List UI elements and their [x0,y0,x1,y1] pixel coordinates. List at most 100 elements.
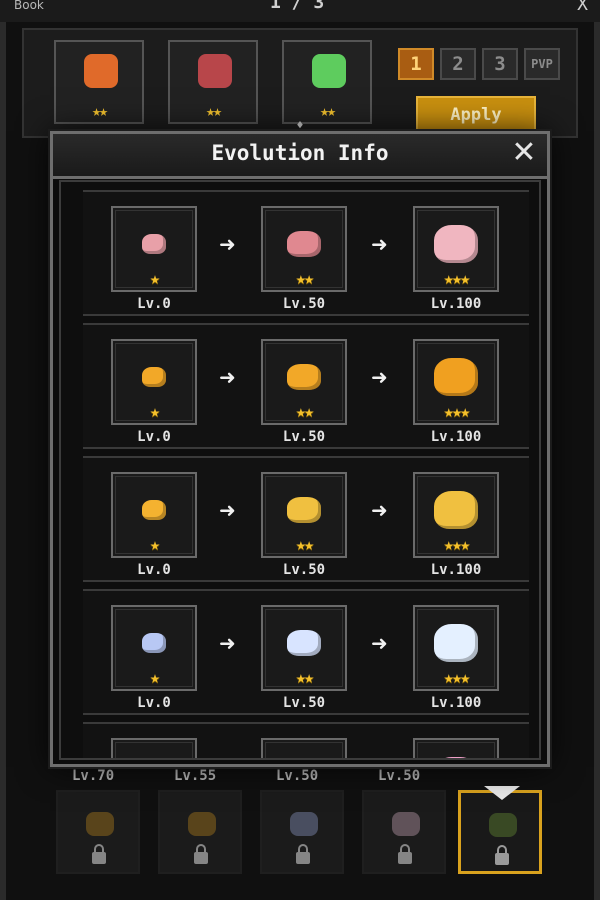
pink-cat-pet-icon [287,231,321,257]
stage-stars: ★★★ [443,402,471,422]
piglet-pet-icon [142,367,166,387]
lock-icon [194,844,208,864]
page-button-1[interactable]: 1 [398,48,434,80]
fox-pet-icon [84,54,118,88]
arrow-right-icon: ➜ [219,232,236,256]
fairy-pet-icon [312,54,346,88]
arrow-right-icon: ➜ [371,498,388,522]
arrow-right-icon: ➜ [371,365,388,389]
pet-slot-locked[interactable] [362,790,446,874]
evolution-stage-slot: ★★ [261,339,347,425]
lock-icon [92,844,106,864]
king-pig-pet-icon [434,358,478,396]
stage-stars: ★★★ [443,535,471,555]
stage-level-label: Lv.100 [430,296,482,312]
evolution-stage-slot [111,738,197,758]
evolution-stage-slot: ★ [111,206,197,292]
pet-level-label: Lv.50 [378,768,421,784]
evolution-stage-slot: ★★★ [413,605,499,691]
stage-level-label: Lv.50 [282,296,326,312]
stage-stars: ★★★ [443,668,471,688]
lock-icon [495,845,509,865]
page-button-2[interactable]: 2 [440,48,476,80]
evolution-stage-slot: ★★★ [413,339,499,425]
pet-level-label: Lv.70 [72,768,115,784]
pink-cat-pet-icon [142,234,166,254]
stage-stars: ★ [149,402,160,422]
arrow-right-icon: ➜ [371,232,388,256]
evolution-stage-slot: ★★ [261,472,347,558]
lock-icon [398,844,412,864]
pet-slot-locked[interactable] [260,790,344,874]
piglet-bow-pet-icon [287,364,321,390]
stage-level-label: Lv.100 [430,429,482,445]
chick-pet-icon [142,500,166,520]
book-tab[interactable]: Book [14,0,44,12]
evolution-row: ★ Lv.0 ★★ Lv.50 ★★★ Lv.100 ➜ ➜ [83,190,529,316]
stage-level-label: Lv.0 [137,429,171,445]
stage-stars: ★★ [295,402,314,422]
stage-level-label: Lv.100 [430,695,482,711]
page-button-3[interactable]: 3 [482,48,518,80]
pet-slot-locked[interactable] [56,790,140,874]
evolution-stage-slot [413,738,499,758]
active-pet-slot-1[interactable]: ★★ [54,40,144,124]
close-button[interactable]: ✕ [507,136,541,170]
lock-icon [296,844,310,864]
pet-icon [489,813,517,837]
ghost-pet-icon [142,633,166,653]
helmet-chick-pet-icon [287,497,321,523]
evolution-stage-slot: ★ [111,339,197,425]
page-button-pvp[interactable]: PVP [524,48,560,80]
arrow-right-icon: ➜ [219,365,236,389]
apply-button[interactable]: Apply [416,96,536,134]
stage-stars: ★★ [295,535,314,555]
evolution-row: ➜➜ [83,722,529,758]
spirit-ghost-pet-icon [434,624,478,662]
evolution-row: ★ Lv.0 ★★ Lv.50 ★★★ Lv.100 ➜ ➜ [83,323,529,449]
pet-level-label: Lv.50 [276,768,319,784]
stage-stars: ★ [149,269,160,289]
stage-level-label: Lv.0 [137,562,171,578]
pet-slot-selected[interactable] [458,790,542,874]
pink-winged-pet-icon [434,757,478,758]
close-icon[interactable]: X [577,0,588,15]
stage-stars: ★ [149,535,160,555]
evolution-stage-slot [261,738,347,758]
stage-level-label: Lv.50 [282,562,326,578]
winged-cat-pet-icon [434,225,478,263]
stage-stars: ★★★ [443,269,471,289]
stage-level-label: Lv.0 [137,695,171,711]
pet-icon [392,812,420,836]
top-bar: Book 1 / 3 X [0,0,600,24]
evolution-row: ★ Lv.0 ★★ Lv.50 ★★★ Lv.100 ➜ ➜ [83,589,529,715]
evolution-stage-slot: ★ [111,605,197,691]
evolution-stage-slot: ★★★ [413,206,499,292]
arrow-right-icon: ➜ [371,631,388,655]
active-pet-slot-3[interactable]: ★★ [282,40,372,124]
evolution-row: ★ Lv.0 ★★ Lv.50 ★★★ Lv.100 ➜ ➜ [83,456,529,582]
stage-stars: ★★ [295,269,314,289]
pet-icon [290,812,318,836]
evolution-stage-slot: ★★★ [413,472,499,558]
pet-icon [86,812,114,836]
stage-stars: ★ [149,668,160,688]
stage-level-label: Lv.50 [282,429,326,445]
selection-arrow-icon [484,786,520,800]
arrow-right-icon: ➜ [219,631,236,655]
pet-icon [188,812,216,836]
active-pet-slot-2[interactable]: ★★ [168,40,258,124]
bird-pet-icon [198,54,232,88]
evolution-stage-slot: ★ [111,472,197,558]
pet-level-label: Lv.55 [174,768,217,784]
pet-slot-locked[interactable] [158,790,242,874]
arrow-right-icon: ➜ [219,498,236,522]
stage-level-label: Lv.50 [282,695,326,711]
pet-stars: ★★ [91,102,108,120]
stage-level-label: Lv.0 [137,296,171,312]
evolution-stage-slot: ★★ [261,605,347,691]
ornament-icon: ♦ [296,118,304,132]
modal-header: Evolution Info ✕ [53,134,547,179]
evolution-list[interactable]: ★ Lv.0 ★★ Lv.50 ★★★ Lv.100 ➜ ➜ ★ Lv.0 ★★ Lv.50 ★★★ Lv… [59,180,541,760]
modal-title: Evolution Info [211,141,389,165]
